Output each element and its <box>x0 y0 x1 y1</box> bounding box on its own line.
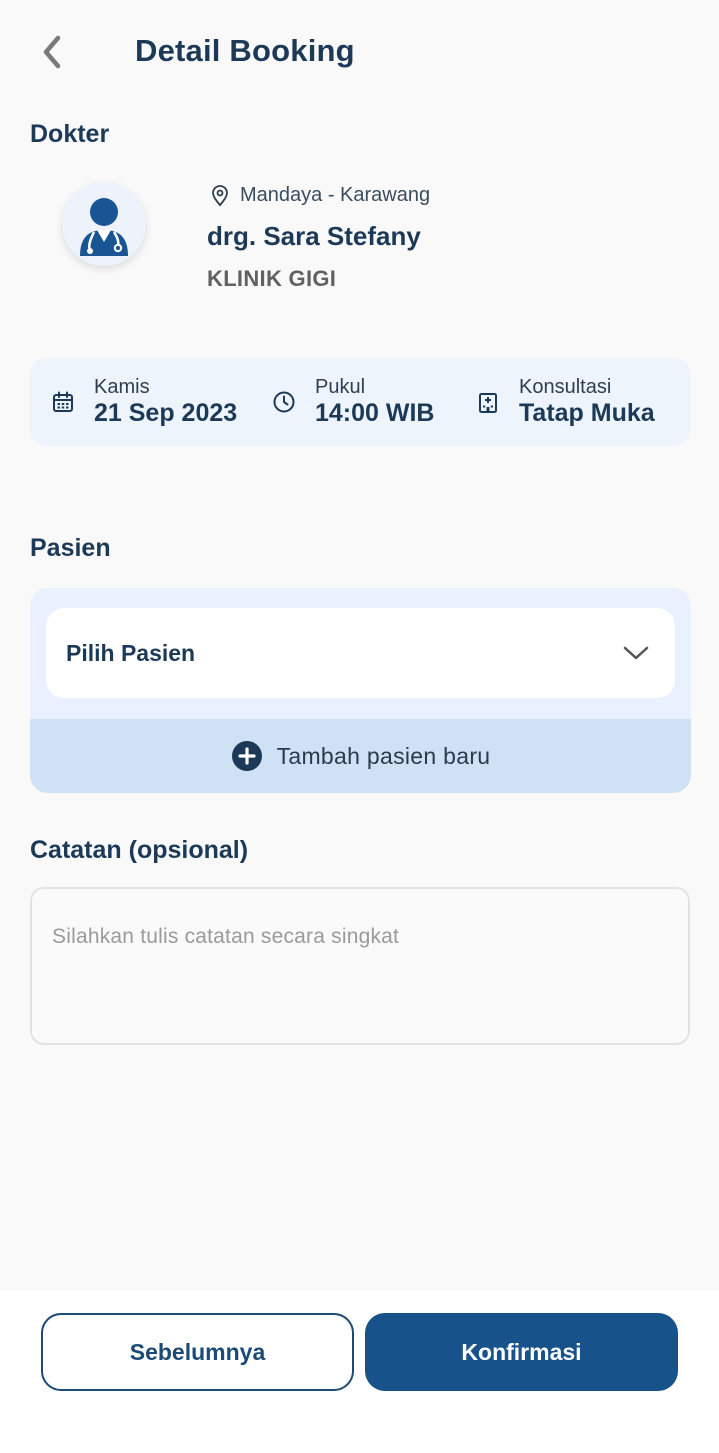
patient-select-value: Pilih Pasien <box>66 639 196 666</box>
back-button[interactable] <box>30 30 74 74</box>
add-patient-button[interactable]: Tambah pasien baru <box>30 719 691 793</box>
schedule-time: Pukul 14:00 WIB <box>271 358 434 446</box>
schedule-date: Kamis 21 Sep 2023 <box>50 358 237 446</box>
day-label: Kamis <box>94 376 150 398</box>
add-patient-label: Tambah pasien baru <box>276 742 491 769</box>
footer-actions: Sebelumnya Konfirmasi <box>0 1291 719 1453</box>
booking-detail-page: Detail Booking Dokter Mandaya - Karawang… <box>0 0 719 1453</box>
doctor-name: drg. Sara Stefany <box>207 221 421 251</box>
clock-icon <box>271 389 297 415</box>
time-label: Pukul <box>315 376 366 398</box>
consultation-value: Tatap Muka <box>519 399 655 427</box>
patient-card: Pilih Pasien Tambah pasien baru <box>30 588 691 793</box>
doctor-avatar <box>62 182 146 266</box>
doctor-location: Mandaya - Karawang <box>210 184 430 207</box>
doctor-location-text: Mandaya - Karawang <box>240 184 431 206</box>
patient-section-label: Pasien <box>30 534 111 562</box>
calendar-icon <box>50 389 76 415</box>
notes-placeholder: Silahkan tulis catatan secara singkat <box>52 925 400 948</box>
chevron-left-icon <box>43 35 61 69</box>
schedule-consultation: Konsultasi Tatap Muka <box>475 358 655 446</box>
time-value: 14:00 WIB <box>315 399 435 427</box>
header: Detail Booking <box>0 0 719 104</box>
page-title: Detail Booking <box>135 33 355 68</box>
confirm-button[interactable]: Konfirmasi <box>365 1313 678 1391</box>
consultation-label: Konsultasi <box>519 376 612 398</box>
notes-section-label: Catatan (opsional) <box>30 836 249 864</box>
previous-button[interactable]: Sebelumnya <box>41 1313 354 1391</box>
doctor-specialty: KLINIK GIGI <box>207 266 337 291</box>
date-value: 21 Sep 2023 <box>94 399 238 427</box>
doctor-icon <box>80 198 128 256</box>
notes-textarea[interactable]: Silahkan tulis catatan secara singkat <box>30 887 690 1045</box>
location-pin-icon <box>212 184 228 206</box>
plus-circle-icon <box>231 741 262 771</box>
schedule-info-card: Kamis 21 Sep 2023 Pukul 14:00 WIB Konsul… <box>30 358 690 446</box>
patient-select-dropdown[interactable]: Pilih Pasien <box>46 608 675 698</box>
chevron-down-icon <box>623 646 649 660</box>
doctor-section-label: Dokter <box>30 120 110 148</box>
hospital-icon <box>475 389 501 415</box>
